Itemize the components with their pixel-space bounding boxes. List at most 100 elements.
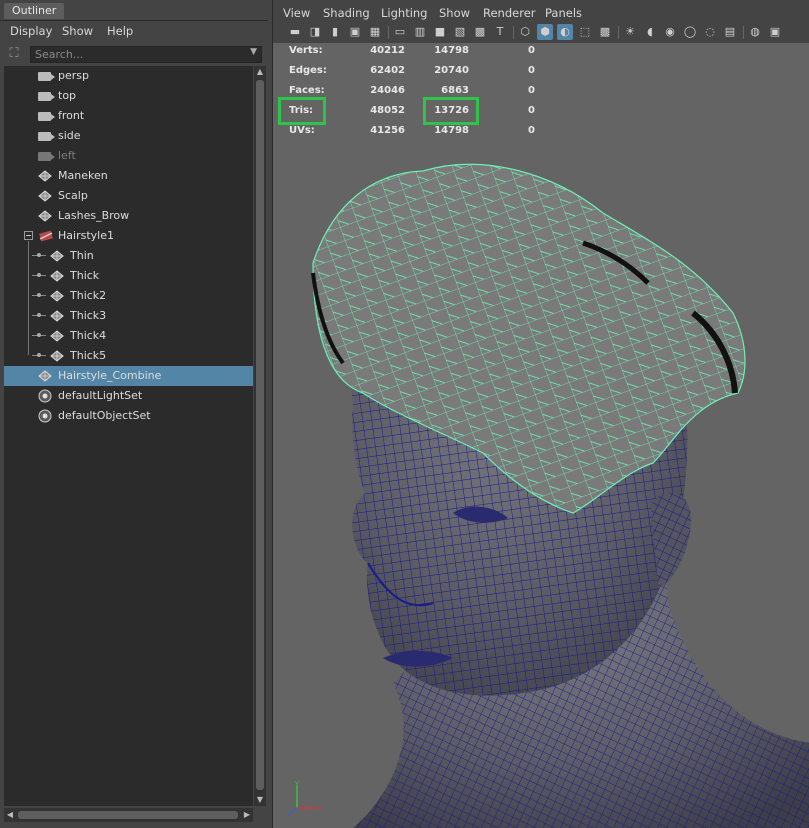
screen-space-ao-icon-glyph: ◉	[665, 25, 675, 38]
outliner-item-label: side	[58, 129, 81, 142]
outliner-item-hairstyle1[interactable]: Hairstyle1	[4, 226, 253, 246]
outliner-item-hairstyle-combine[interactable]: Hairstyle_Combine	[4, 366, 253, 386]
outliner-item-defaultobjectset[interactable]: defaultObjectSet	[4, 406, 253, 426]
filter-icon[interactable]: ⛶	[6, 46, 22, 62]
outliner-item-top[interactable]: top	[4, 86, 253, 106]
bookmark-icon[interactable]: ▮	[327, 24, 343, 40]
gate-mask-icon[interactable]: ■	[432, 24, 448, 40]
image-plane-icon[interactable]: ▣	[347, 24, 363, 40]
tree-dot	[37, 293, 41, 297]
camera-icon-glyph: ▬	[289, 25, 301, 38]
chevron-down-icon[interactable]: ▼	[250, 47, 257, 57]
motion-blur-icon-glyph: ◯	[683, 25, 697, 38]
motion-blur-icon[interactable]: ◯	[682, 24, 698, 40]
screen-space-ao-icon[interactable]: ◉	[662, 24, 678, 40]
scroll-down-icon[interactable]: ▼	[255, 795, 265, 805]
menu-panels[interactable]: Panels	[545, 6, 582, 20]
outliner-item-label: Hairstyle1	[58, 229, 114, 242]
outliner-item-defaultlightset[interactable]: defaultLightSet	[4, 386, 253, 406]
safe-title-icon-glyph: T	[496, 25, 504, 38]
safe-action-icon[interactable]: ▩	[472, 24, 488, 40]
menu-help[interactable]: Help	[107, 24, 133, 38]
outliner-item-label: Hairstyle_Combine	[58, 369, 162, 382]
camera-icon	[38, 150, 55, 162]
outliner-item-thick4[interactable]: Thick4	[4, 326, 253, 346]
outliner-item-front[interactable]: front	[4, 106, 253, 126]
xray-joints-icon[interactable]: ⬚	[577, 24, 593, 40]
outliner-item-side[interactable]: side	[4, 126, 253, 146]
hud-v1: 48052	[370, 105, 405, 116]
tree-connector	[28, 241, 29, 355]
outliner-item-maneken[interactable]: Maneken	[4, 166, 253, 186]
hud-row-verts: Verts: 40212 14798 0	[273, 45, 573, 59]
outliner-item-thick2[interactable]: Thick2	[4, 286, 253, 306]
poly-count-hud: Verts: 40212 14798 0 Edges: 62402 20740 0 Faces:…	[273, 43, 573, 143]
isolate-select-icon[interactable]: ◍	[747, 24, 763, 40]
scroll-right-icon[interactable]: ▶	[242, 809, 252, 821]
group-icon	[38, 230, 53, 242]
field-chart-icon[interactable]: ▧	[452, 24, 468, 40]
resolution-gate-icon[interactable]: ▥	[412, 24, 428, 40]
wireframe-on-shaded-icon[interactable]: ◐	[557, 24, 573, 40]
outliner-item-thick5[interactable]: Thick5	[4, 346, 253, 366]
outliner-item-thick[interactable]: Thick	[4, 266, 253, 286]
hud-v3: 0	[528, 125, 535, 136]
smooth-shade-icon-glyph: ⬢	[540, 25, 550, 38]
menu-shading[interactable]: Shading	[323, 6, 370, 20]
xray-icon[interactable]: ▣	[767, 24, 783, 40]
scroll-left-icon[interactable]: ◀	[5, 809, 15, 821]
axis-gizmo-icon: y x z	[287, 779, 322, 818]
scrollbar-thumb[interactable]	[256, 80, 264, 790]
search-placeholder: Search...	[35, 48, 84, 61]
3d-viewport[interactable]: Verts: 40212 14798 0 Edges: 62402 20740 0 Faces:…	[273, 43, 809, 828]
mesh-icon	[50, 310, 64, 322]
set-icon	[38, 389, 52, 403]
mesh-icon	[38, 190, 52, 202]
collapse-toggle-icon[interactable]	[24, 231, 33, 240]
outliner-item-label: top	[58, 89, 77, 102]
scrollbar-thumb[interactable]	[18, 811, 238, 819]
use-all-lights-icon[interactable]: ☀	[622, 24, 638, 40]
outliner-item-label: left	[58, 149, 76, 162]
outliner-item-scalp[interactable]: Scalp	[4, 186, 253, 206]
outliner-horizontal-scrollbar[interactable]: ◀ ▶	[4, 808, 253, 822]
camera-icon[interactable]: ▬	[287, 24, 303, 40]
highlight-box	[423, 97, 479, 125]
outliner-item-lashes-brow[interactable]: Lashes_Brow	[4, 206, 253, 226]
hud-v3: 0	[528, 65, 535, 76]
svg-text:x: x	[318, 805, 322, 813]
outliner-item-thin[interactable]: Thin	[4, 246, 253, 266]
textured-icon[interactable]: ▩	[597, 24, 613, 40]
menu-show[interactable]: Show	[439, 6, 470, 20]
outliner-item-label: Lashes_Brow	[58, 209, 130, 222]
menu-show[interactable]: Show	[62, 24, 93, 38]
grid-icon[interactable]: ▦	[367, 24, 383, 40]
anti-aliasing-icon[interactable]: ◌	[702, 24, 718, 40]
mesh-icon	[50, 270, 64, 282]
outliner-item-label: Thin	[70, 249, 94, 262]
outliner-item-left[interactable]: left	[4, 146, 253, 166]
menu-view[interactable]: View	[283, 6, 310, 20]
anti-aliasing-icon-glyph: ◌	[705, 25, 715, 38]
menu-lighting[interactable]: Lighting	[381, 6, 427, 20]
outliner-item-thick3[interactable]: Thick3	[4, 306, 253, 326]
menu-display[interactable]: Display	[10, 24, 52, 38]
search-input[interactable]: Search... ▼	[30, 46, 262, 63]
hud-v3: 0	[528, 85, 535, 96]
camera-attributes-icon[interactable]: ◨	[307, 24, 323, 40]
depth-of-field-icon[interactable]: ▤	[722, 24, 738, 40]
outliner-vertical-scrollbar[interactable]: ▲ ▼	[254, 66, 266, 806]
scroll-up-icon[interactable]: ▲	[255, 67, 265, 77]
film-gate-icon[interactable]: ▭	[392, 24, 408, 40]
smooth-shade-icon[interactable]: ⬢	[537, 24, 553, 40]
outliner-tab[interactable]: Outliner	[4, 3, 65, 19]
wireframe-icon[interactable]: ⬡	[517, 24, 533, 40]
safe-title-icon[interactable]: T	[492, 24, 508, 40]
shadows-icon-glyph: ◖	[647, 25, 653, 38]
menu-renderer[interactable]: Renderer	[483, 6, 536, 20]
outliner-item-label: Thick2	[70, 289, 107, 302]
outliner-item-persp[interactable]: persp	[4, 66, 253, 86]
shadows-icon[interactable]: ◖	[642, 24, 658, 40]
outliner-item-label: defaultLightSet	[58, 389, 143, 402]
film-gate-icon-glyph: ▭	[394, 25, 406, 38]
